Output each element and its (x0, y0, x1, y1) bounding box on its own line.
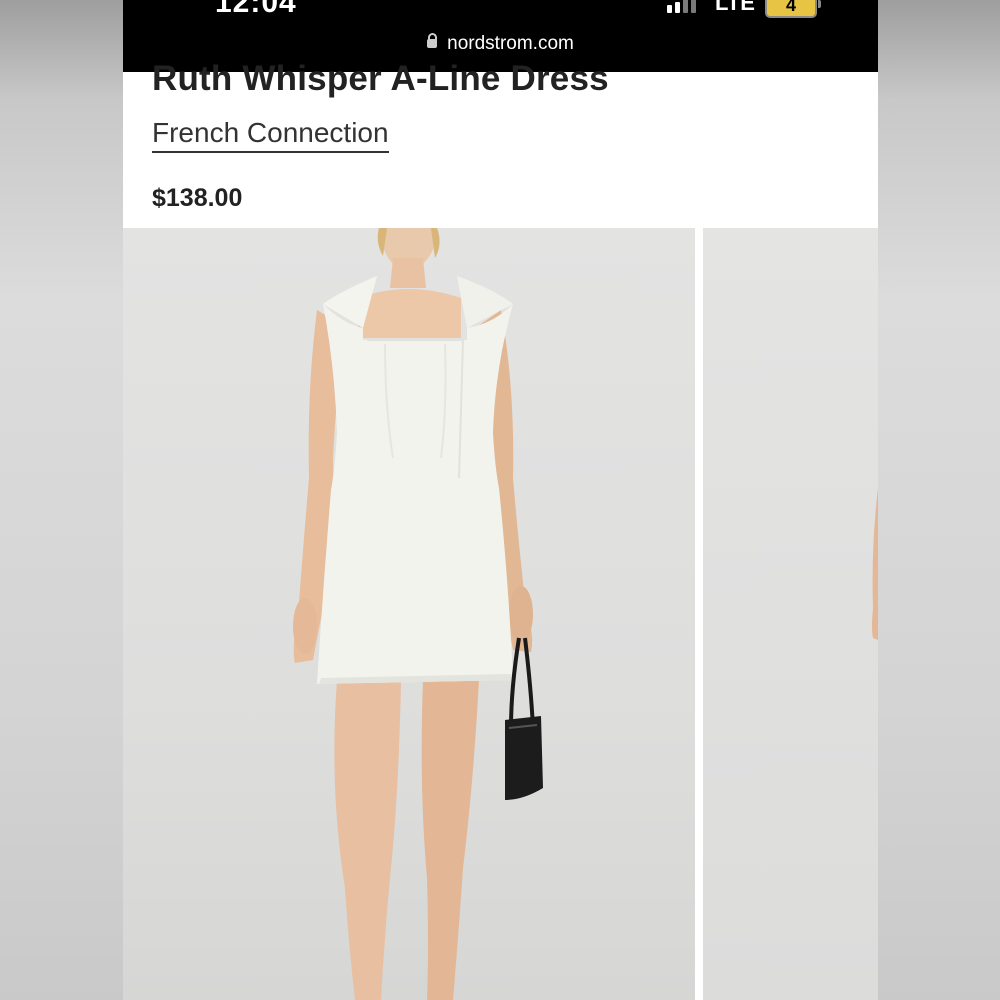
product-price: $138.00 (152, 184, 243, 212)
product-image-secondary[interactable] (703, 228, 878, 1000)
signal-bars-icon (667, 0, 696, 13)
battery-icon: 4 (765, 0, 821, 18)
product-title: Ruth Whisper A-Line Dress (152, 59, 609, 98)
background-blur-left (0, 0, 123, 1000)
battery-level: 4 (785, 0, 796, 15)
background-blur-right (878, 0, 1000, 1000)
lock-icon (427, 33, 438, 49)
status-time: 12:04 (215, 0, 297, 19)
phone-screen: 12:04 LTE 4 nordstrom.com Ruth Whisper A… (123, 0, 878, 1000)
product-image-gallery[interactable] (123, 228, 878, 1000)
product-image-main[interactable] (123, 228, 695, 1000)
brand-link[interactable]: French Connection (152, 117, 389, 153)
url-text: nordstrom.com (447, 33, 574, 54)
network-type: LTE (715, 0, 755, 15)
model-wearing-dress-illustration (293, 228, 543, 1000)
model-arm-partial-illustration (872, 488, 878, 640)
address-bar[interactable]: nordstrom.com (123, 33, 878, 55)
